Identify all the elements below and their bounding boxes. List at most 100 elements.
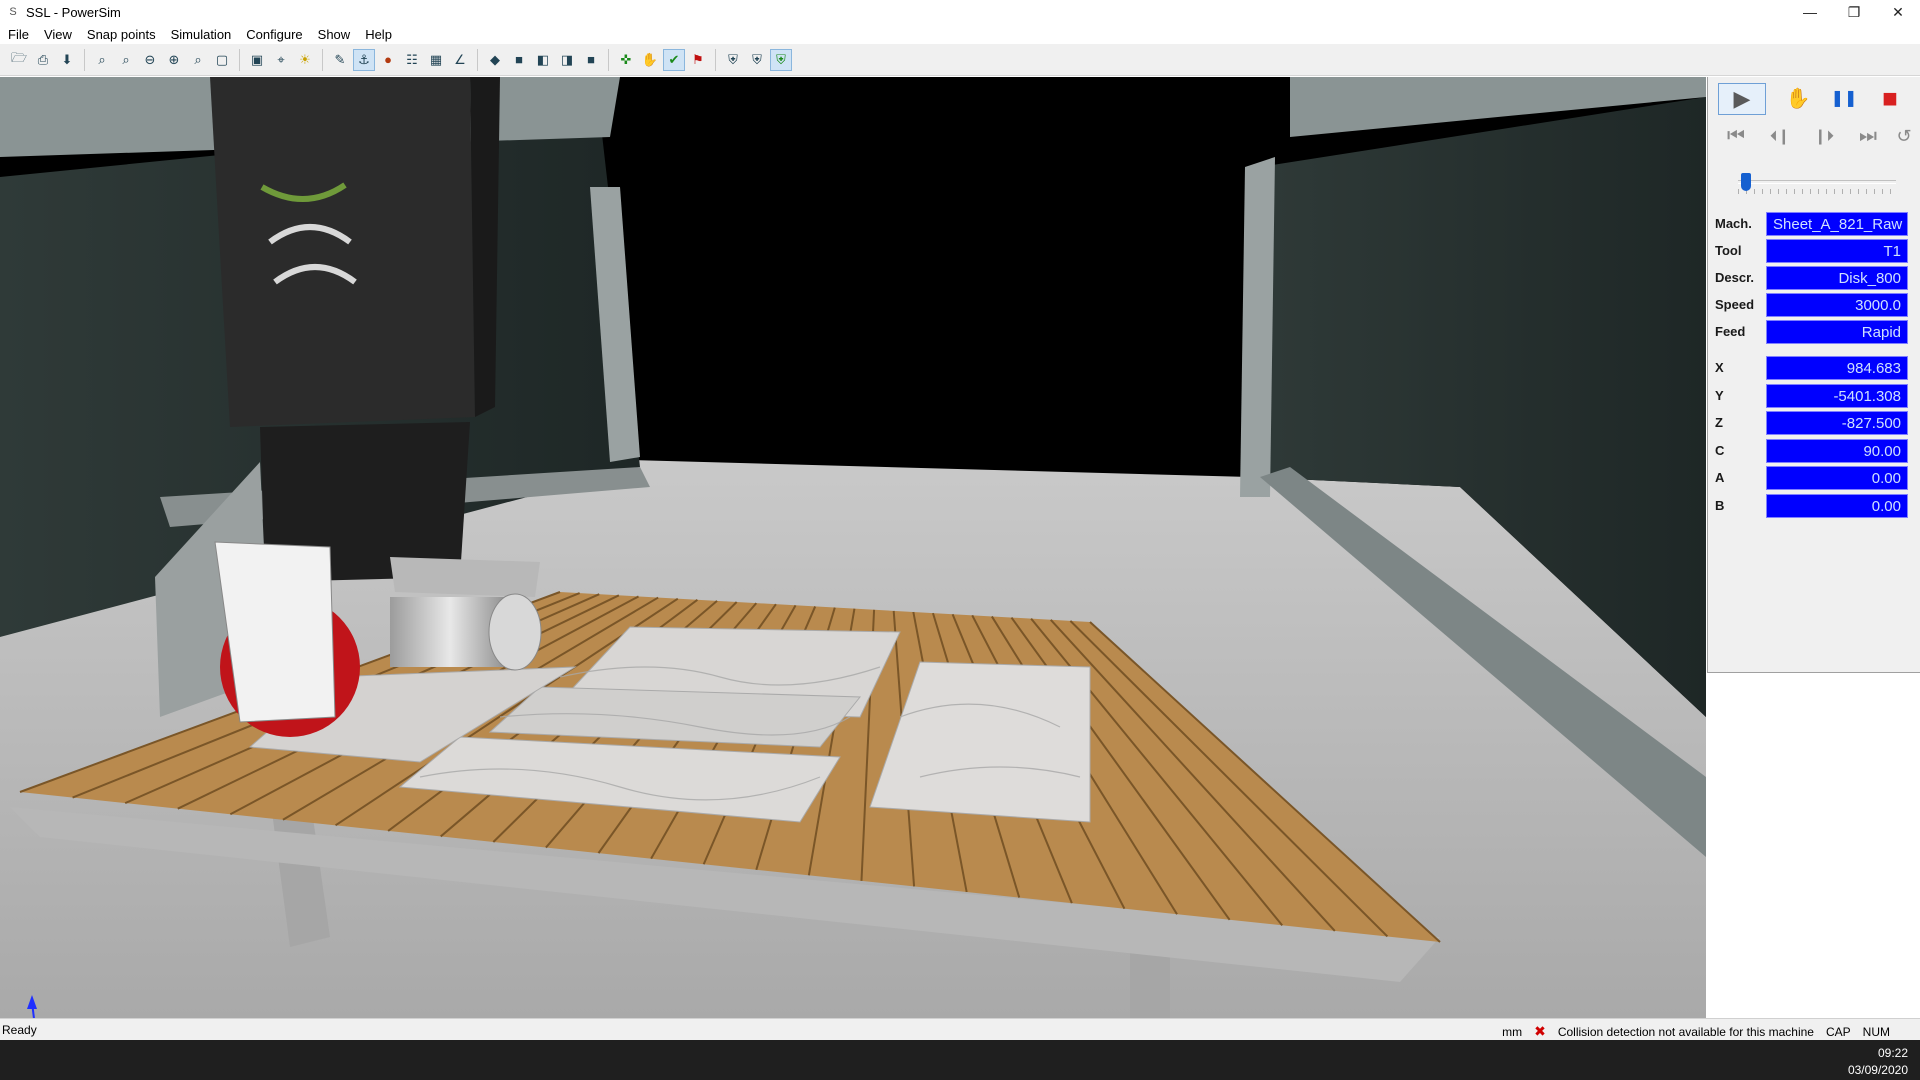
zoom-icon[interactable]: ⌕: [91, 49, 113, 71]
shield-icon[interactable]: ⛨: [722, 49, 744, 71]
minimize-button[interactable]: —: [1788, 0, 1832, 24]
toolbar-separator: [239, 48, 240, 71]
status-cap: CAP: [1825, 1024, 1851, 1039]
status-units: mm: [1502, 1024, 1523, 1039]
axis-row-x: X 984.683: [1708, 356, 1920, 380]
close-button[interactable]: ✕: [1876, 0, 1920, 24]
head-column: [210, 77, 475, 427]
sphere-icon[interactable]: ●: [377, 49, 399, 71]
toolbar-separator: [715, 48, 716, 71]
window-controls: — ❐ ✕: [1788, 0, 1920, 24]
info-value: Rapid: [1766, 320, 1908, 344]
info-row-speed: Speed 3000.0: [1708, 293, 1920, 317]
open-icon[interactable]: 🗁: [8, 49, 30, 71]
flag-icon[interactable]: ⚑: [687, 49, 709, 71]
axis-row-b: B 0.00: [1708, 494, 1920, 518]
hand-icon[interactable]: ✋: [639, 49, 661, 71]
prev-step-button[interactable]: ⏴❙: [1764, 121, 1796, 151]
hand-button[interactable]: ✋: [1782, 83, 1814, 113]
grid-icon[interactable]: ▦: [425, 49, 447, 71]
status-num: NUM: [1862, 1024, 1890, 1039]
edit-path-icon[interactable]: ✎: [329, 49, 351, 71]
menu-help[interactable]: Help: [357, 27, 399, 42]
zoom-fit-icon[interactable]: ⌕: [187, 49, 209, 71]
menu-simulation[interactable]: Simulation: [163, 27, 239, 42]
tool-axis-icon[interactable]: ⚓: [353, 48, 375, 71]
view-top-icon[interactable]: ■: [580, 49, 602, 71]
taskbar-clock[interactable]: 09:22 03/09/2020: [1848, 1045, 1908, 1079]
app-icon: S: [9, 6, 17, 18]
view-front-icon[interactable]: ■: [508, 49, 530, 71]
info-row-feed: Feed Rapid: [1708, 320, 1920, 344]
loop-button[interactable]: ↺: [1888, 121, 1920, 151]
clock-time: 09:22: [1877, 1046, 1908, 1060]
error-icon: ✖: [1534, 1023, 1546, 1039]
menu-file[interactable]: File: [0, 27, 36, 42]
axis-value: -827.500: [1766, 411, 1908, 435]
speed-slider-thumb[interactable]: [1740, 173, 1751, 191]
axis-row-a: A 0.00: [1708, 466, 1920, 490]
info-value: Disk_800: [1766, 266, 1908, 290]
axes-icon[interactable]: ∠: [449, 49, 471, 71]
light-icon[interactable]: ☀: [294, 49, 316, 71]
status-ready: Ready: [2, 1023, 37, 1037]
view-iso-icon[interactable]: ◆: [484, 49, 506, 71]
view-right-icon[interactable]: ◨: [556, 49, 578, 71]
axis-value: -5401.308: [1766, 384, 1908, 408]
play-button[interactable]: ▶: [1718, 83, 1766, 115]
info-label: Descr.: [1715, 270, 1755, 285]
toolbar-separator: [477, 48, 478, 71]
info-label: Mach.: [1715, 216, 1752, 231]
speed-slider-track[interactable]: [1738, 180, 1896, 184]
info-value: 3000.0: [1766, 293, 1908, 317]
import-icon[interactable]: ⬇: [56, 49, 78, 71]
frame-icon[interactable]: ▢: [211, 49, 233, 71]
head-column-side: [470, 77, 500, 417]
check-icon[interactable]: ✔: [663, 48, 685, 71]
first-step-button[interactable]: ⏮: [1720, 121, 1752, 151]
speed-slider-ticks: [1738, 189, 1896, 194]
status-collision: Collision detection not available for th…: [1557, 1024, 1814, 1039]
info-row-tool: Tool T1: [1708, 239, 1920, 263]
shield-outline-icon[interactable]: ⛨: [746, 49, 768, 71]
table-icon[interactable]: ☷: [401, 49, 423, 71]
info-label: Speed: [1715, 297, 1755, 312]
menu-configure[interactable]: Configure: [238, 27, 309, 42]
toolbar-separator: [322, 48, 323, 71]
print-icon[interactable]: ⎙: [32, 49, 54, 71]
stop-button[interactable]: ■: [1874, 83, 1906, 113]
view-left-icon[interactable]: ◧: [532, 49, 554, 71]
axis-value: 0.00: [1766, 494, 1908, 518]
axis-row-z: Z -827.500: [1708, 411, 1920, 435]
axis-label: C: [1715, 443, 1725, 458]
select-icon[interactable]: ⌖: [270, 49, 292, 71]
clock-date: 03/09/2020: [1847, 1063, 1908, 1077]
machine-scene: [0, 77, 1706, 1018]
motor-bracket: [390, 557, 540, 597]
status-bar: Ready mm ✖ Collision detection not avail…: [0, 1018, 1920, 1040]
axis-label: Z: [1715, 415, 1723, 430]
zoom-out-icon[interactable]: ⊖: [139, 49, 161, 71]
gantry-beam-right: [1240, 157, 1275, 497]
zoom-in-icon[interactable]: ⊕: [163, 49, 185, 71]
last-step-button[interactable]: ⏭: [1852, 121, 1884, 151]
move-icon[interactable]: ✜: [615, 49, 637, 71]
motor-cap: [488, 593, 542, 671]
3d-viewport[interactable]: [0, 77, 1706, 1018]
toolbar: 🗁 ⎙ ⬇ ⌕ ⌕ ⊖ ⊕ ⌕ ▢ ▣ ⌖ ☀ ✎ ⚓ ● ☷ ▦ ∠ ◆ ■ ◧ ◨ ■ ✜ ✋ ✔ ⚑ ⛨ ⛨ ⛨: [0, 44, 1920, 76]
axis-label: X: [1715, 360, 1724, 375]
next-step-button[interactable]: ❙⏵: [1808, 121, 1840, 151]
menu-view[interactable]: View: [36, 27, 79, 42]
info-row-mach: Mach. Sheet_A_821_Raw: [1708, 212, 1920, 236]
camera-icon[interactable]: ▣: [246, 49, 268, 71]
title-bar: S SSL - PowerSim — ❐ ✕: [0, 0, 1920, 24]
pause-button[interactable]: ❚❚: [1828, 83, 1860, 113]
restore-button[interactable]: ❐: [1832, 0, 1876, 24]
axis-value: 90.00: [1766, 439, 1908, 463]
zoom-window-icon[interactable]: ⌕: [115, 49, 137, 71]
axis-row-y: Y -5401.308: [1708, 384, 1920, 408]
shield-green-icon[interactable]: ⛨: [770, 48, 792, 71]
menu-show[interactable]: Show: [310, 27, 358, 42]
menu-snap-points[interactable]: Snap points: [79, 27, 163, 42]
info-row-descr: Descr. Disk_800: [1708, 266, 1920, 290]
